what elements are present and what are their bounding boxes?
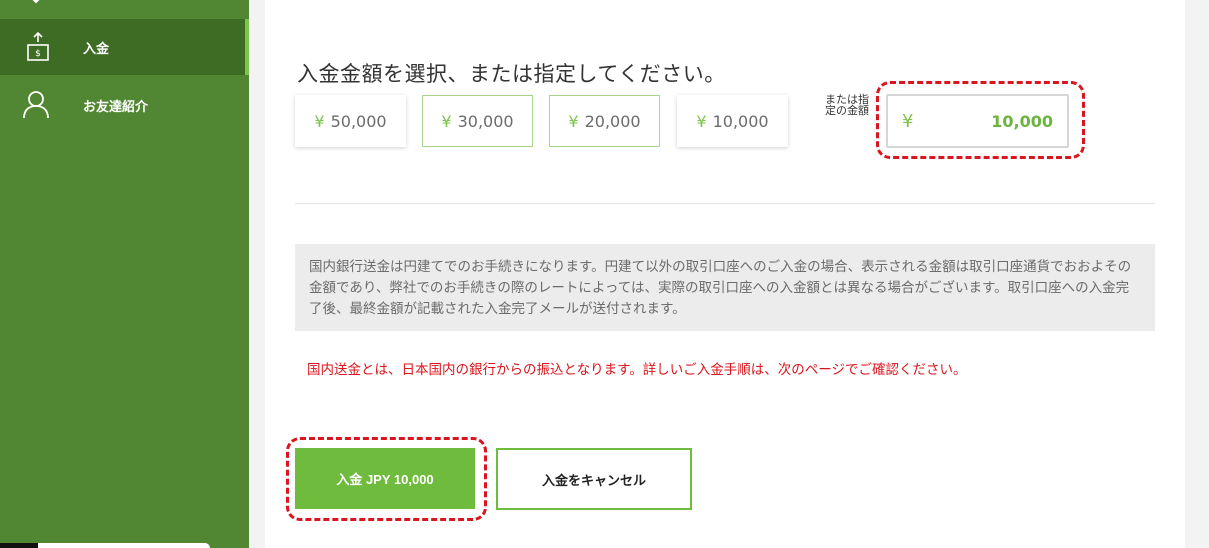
- yen-icon: ¥: [568, 111, 579, 131]
- currency-notice: 国内銀行送金は円建てでのお手続きになります。円建て以外の取引口座へのご入金の場合…: [295, 244, 1155, 331]
- custom-amount-field: ¥: [886, 94, 1069, 148]
- sidebar-item-label: 入金: [83, 41, 110, 57]
- custom-amount-input[interactable]: [924, 96, 1053, 146]
- deposit-cancel-button[interactable]: 入金をキャンセル: [496, 448, 692, 510]
- yen-icon: ¥: [314, 111, 325, 131]
- amount-option-label: 10,000: [712, 111, 769, 131]
- sidebar-footer-bar: [0, 543, 38, 548]
- amount-option-10000[interactable]: ¥ 10,000: [677, 95, 788, 147]
- divider: [295, 203, 1155, 204]
- domestic-transfer-warning: 国内送金とは、日本国内の銀行からの振込となります。詳しいご入金手順は、次のページ…: [307, 362, 967, 378]
- custom-amount-label: または指定の金額: [825, 93, 869, 117]
- deposit-icon: $: [22, 31, 54, 63]
- amount-option-label: 30,000: [457, 111, 514, 131]
- sidebar-item-deposit[interactable]: $ 入金: [0, 19, 249, 75]
- amount-option-50000[interactable]: ¥ 50,000: [295, 95, 406, 147]
- yen-icon: ¥: [902, 110, 914, 132]
- arrow-down-icon: [32, 0, 40, 4]
- amount-option-20000[interactable]: ¥ 20,000: [549, 95, 660, 147]
- page-title: 入金金額を選択、または指定してください。: [297, 62, 726, 86]
- deposit-panel: 入金金額を選択、または指定してください。 ¥ 50,000 ¥ 30,000 ¥…: [265, 0, 1185, 548]
- sidebar-footer-tab: [38, 543, 210, 548]
- svg-text:$: $: [35, 49, 41, 59]
- yen-icon: ¥: [696, 111, 707, 131]
- yen-icon: ¥: [441, 111, 452, 131]
- amount-option-label: 50,000: [330, 111, 387, 131]
- sidebar-item-label: お友達紹介: [83, 99, 149, 115]
- deposit-submit-button[interactable]: 入金 JPY 10,000: [295, 448, 475, 509]
- sidebar-item-referral[interactable]: お友達紹介: [0, 77, 249, 133]
- sidebar: $ 入金 お友達紹介: [0, 0, 249, 548]
- amount-option-label: 20,000: [584, 111, 641, 131]
- user-icon: [22, 89, 54, 121]
- amount-option-30000[interactable]: ¥ 30,000: [422, 95, 533, 147]
